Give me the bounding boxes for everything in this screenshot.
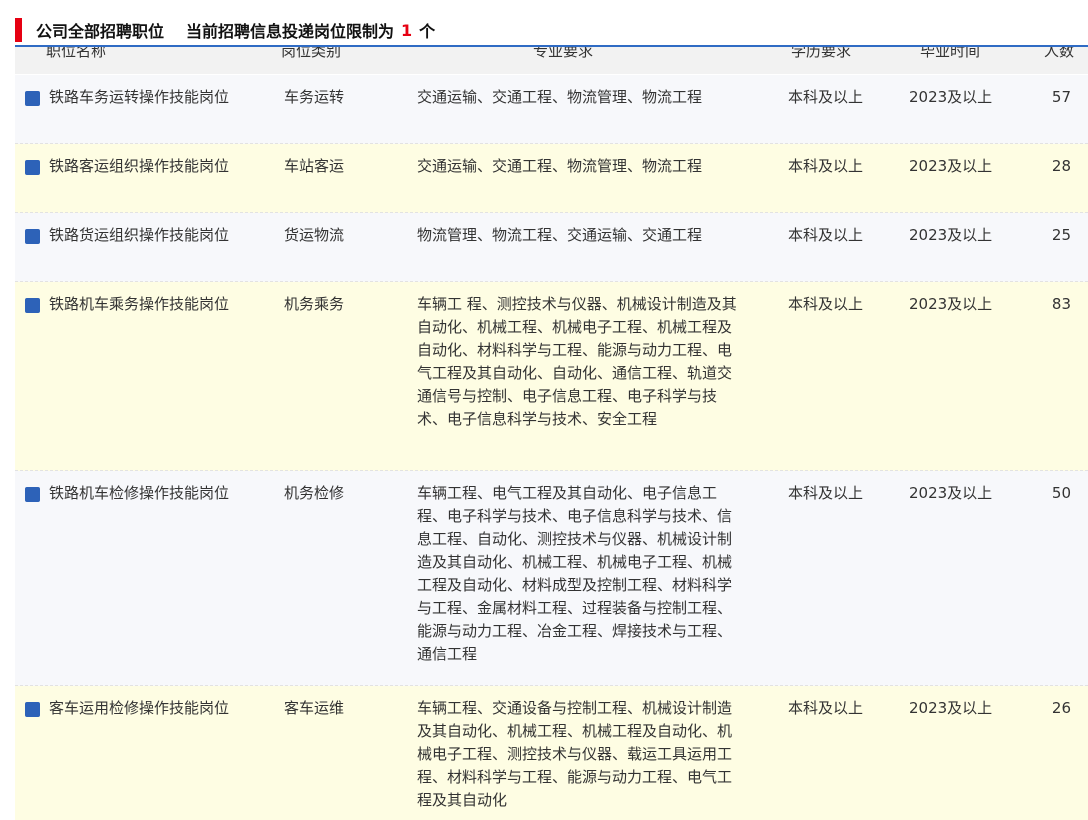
table-row[interactable]: 铁路机车乘务操作技能岗位 机务乘务 车辆工 程、测控技术与仪器、机械设计制造及其… (15, 282, 1088, 471)
job-count: 26 (1051, 699, 1071, 717)
job-education: 本科及以上 (788, 88, 864, 106)
job-major: 交通运输、交通工程、物流管理、物流工程 (417, 157, 703, 175)
table-row[interactable]: 铁路车务运转操作技能岗位 车务运转 交通运输、交通工程、物流管理、物流工程 本科… (15, 75, 1088, 144)
job-select-checkbox[interactable] (25, 298, 40, 313)
job-name[interactable]: 铁路货运组织操作技能岗位 (49, 224, 233, 247)
job-table-body: 铁路车务运转操作技能岗位 车务运转 交通运输、交通工程、物流管理、物流工程 本科… (15, 75, 1088, 820)
table-row[interactable]: 铁路机车检修操作技能岗位 机务检修 车辆工程、电气工程及其自动化、电子信息工程、… (15, 471, 1088, 686)
job-count: 83 (1051, 295, 1071, 313)
job-graduation: 2023及以上 (909, 88, 993, 106)
job-graduation: 2023及以上 (909, 699, 993, 717)
job-listing-page: 公司全部招聘职位 当前招聘信息投递岗位限制为 1 个 职位名称 岗位类别 专业要… (0, 0, 1088, 820)
job-count: 50 (1051, 484, 1071, 502)
job-select-checkbox[interactable] (25, 91, 40, 106)
job-major: 物流管理、物流工程、交通运输、交通工程 (417, 226, 703, 244)
column-header-category: 岗位类别 (281, 47, 342, 60)
job-select-checkbox[interactable] (25, 702, 40, 717)
table-row[interactable]: 客车运用检修操作技能岗位 客车运维 车辆工程、交通设备与控制工程、机械设计制造及… (15, 686, 1088, 820)
title-marker (15, 18, 22, 42)
job-select-checkbox[interactable] (25, 487, 40, 502)
job-count: 25 (1051, 226, 1071, 244)
column-header-major: 专业要求 (533, 47, 594, 60)
job-major: 车辆工程、交通设备与控制工程、机械设计制造及其自动化、机械工程、机械工程及自动化… (417, 699, 733, 809)
job-count: 28 (1051, 157, 1071, 175)
column-header-graduation: 毕业时间 (920, 47, 981, 60)
limit-unit: 个 (419, 22, 436, 41)
job-graduation: 2023及以上 (909, 484, 993, 502)
job-education: 本科及以上 (788, 157, 864, 175)
job-category: 机务乘务 (284, 295, 345, 313)
limit-count: 1 (401, 20, 413, 40)
job-education: 本科及以上 (788, 226, 864, 244)
limit-text: 当前招聘信息投递岗位限制为 (186, 22, 395, 41)
job-graduation: 2023及以上 (909, 157, 993, 175)
column-header-name: 职位名称 (46, 47, 107, 60)
job-major: 交通运输、交通工程、物流管理、物流工程 (417, 88, 703, 106)
job-name[interactable]: 铁路机车检修操作技能岗位 (49, 482, 233, 505)
table-row[interactable]: 铁路客运组织操作技能岗位 车站客运 交通运输、交通工程、物流管理、物流工程 本科… (15, 144, 1088, 213)
table-header: 职位名称 岗位类别 专业要求 学历要求 毕业时间 人数 (15, 47, 1088, 74)
table-row[interactable]: 铁路货运组织操作技能岗位 货运物流 物流管理、物流工程、交通运输、交通工程 本科… (15, 213, 1088, 282)
job-count: 57 (1051, 88, 1071, 106)
job-name[interactable]: 铁路机车乘务操作技能岗位 (49, 293, 233, 316)
job-graduation: 2023及以上 (909, 226, 993, 244)
job-education: 本科及以上 (788, 699, 864, 717)
job-select-checkbox[interactable] (25, 229, 40, 244)
job-category: 客车运维 (284, 699, 345, 717)
job-graduation: 2023及以上 (909, 295, 993, 313)
job-name[interactable]: 铁路车务运转操作技能岗位 (49, 86, 233, 109)
job-category: 车站客运 (284, 157, 345, 175)
job-category: 车务运转 (284, 88, 345, 106)
job-major: 车辆工 程、测控技术与仪器、机械设计制造及其自动化、机械工程、机械电子工程、机械… (417, 295, 737, 428)
job-education: 本科及以上 (788, 295, 864, 313)
column-header-count: 人数 (1044, 47, 1075, 60)
job-select-checkbox[interactable] (25, 160, 40, 175)
job-name[interactable]: 铁路客运组织操作技能岗位 (49, 155, 233, 178)
job-education: 本科及以上 (788, 484, 864, 502)
job-major: 车辆工程、电气工程及其自动化、电子信息工程、电子科学与技术、电子信息科学与技术、… (417, 484, 733, 663)
column-header-education: 学历要求 (791, 47, 852, 60)
page-title-bar: 公司全部招聘职位 当前招聘信息投递岗位限制为 1 个 (15, 17, 435, 43)
job-category: 货运物流 (284, 226, 345, 244)
job-category: 机务检修 (284, 484, 345, 502)
job-name[interactable]: 客车运用检修操作技能岗位 (49, 697, 233, 720)
page-title: 公司全部招聘职位 (36, 22, 165, 41)
